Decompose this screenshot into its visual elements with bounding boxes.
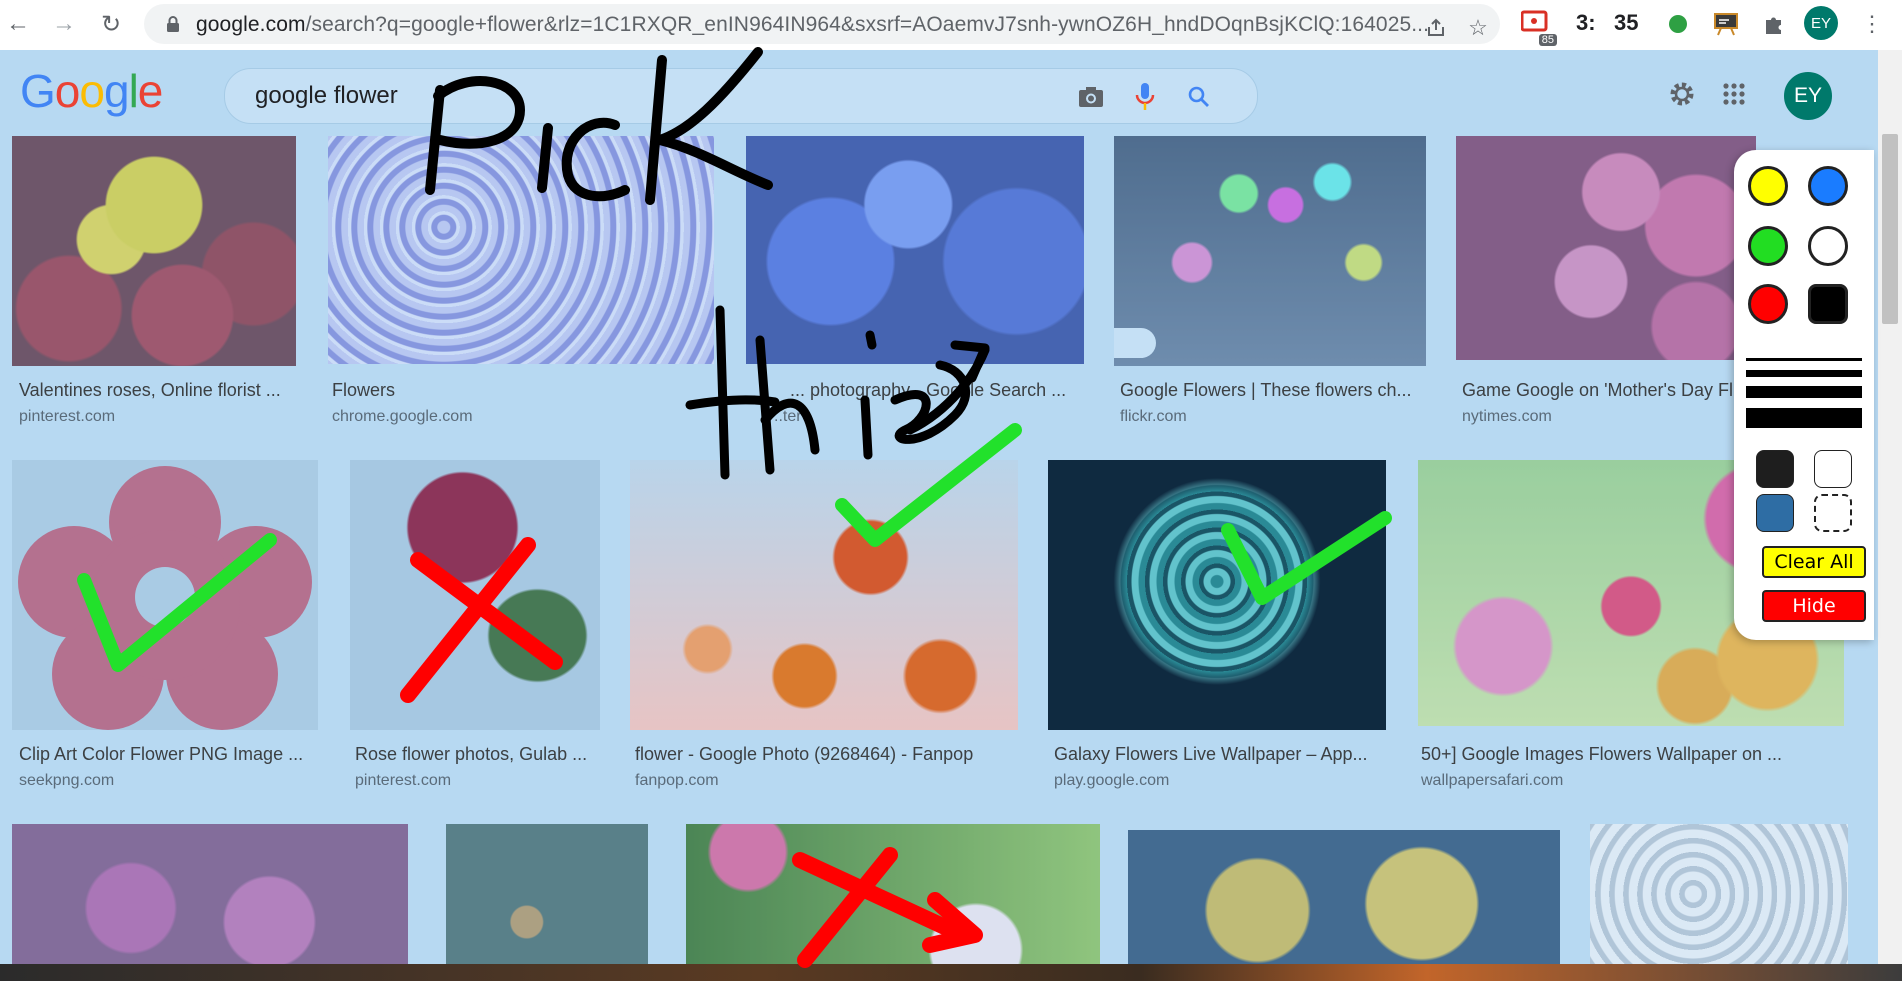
- stroke-width-xthick[interactable]: [1746, 408, 1862, 428]
- browser-toolbar: ← → ↻ google.com/search?q=google+flower&…: [0, 0, 1902, 50]
- share-icon[interactable]: [1420, 12, 1452, 44]
- result-caption[interactable]: Galaxy Flowers Live Wallpaper – App...: [1054, 744, 1367, 765]
- result-caption[interactable]: Flowers: [332, 380, 395, 401]
- result-image[interactable]: [1590, 824, 1848, 964]
- result-caption[interactable]: Game Google on 'Mother's Day Fl: [1462, 380, 1733, 401]
- result-image[interactable]: [746, 136, 1084, 364]
- page-scrollbar[interactable]: [1878, 50, 1902, 964]
- result-caption[interactable]: Google Flowers | These flowers ch...: [1120, 380, 1411, 401]
- stroke-width-medium[interactable]: [1746, 370, 1862, 377]
- logo-letter: G: [20, 65, 56, 117]
- google-logo[interactable]: Google: [20, 64, 164, 118]
- url-text: google.com/search?q=google+flower&rlz=1C…: [196, 13, 1430, 36]
- result-caption[interactable]: Clip Art Color Flower PNG Image ...: [19, 744, 303, 765]
- green-dot-icon[interactable]: [1662, 8, 1694, 40]
- more-icon[interactable]: ⋮: [1856, 8, 1888, 40]
- chrome-profile-avatar[interactable]: EY: [1804, 6, 1838, 40]
- result-image[interactable]: [328, 136, 714, 364]
- board-bg-transparent[interactable]: [1814, 494, 1852, 532]
- result-source: wallpapersafari.com: [1421, 772, 1564, 789]
- result-image[interactable]: [1456, 136, 1756, 360]
- clock-hours: 3:: [1576, 10, 1596, 35]
- result-source: pinterest.com: [355, 772, 452, 789]
- desktop-taskbar-strip: [0, 964, 1902, 981]
- pen-color-white[interactable]: [1808, 226, 1848, 266]
- pen-color-yellow[interactable]: [1748, 166, 1788, 206]
- result-image[interactable]: [1114, 136, 1426, 366]
- result-caption[interactable]: Rose flower photos, Gulab ...: [355, 744, 587, 765]
- result-image[interactable]: [686, 824, 1100, 964]
- recorder-count-badge: 85: [1538, 34, 1557, 46]
- result-source: fanpop.com: [635, 772, 719, 789]
- stroke-width-thin[interactable]: [1746, 358, 1862, 361]
- result-image[interactable]: [12, 136, 296, 366]
- lock-icon[interactable]: [166, 15, 180, 33]
- logo-letter: l: [128, 65, 139, 117]
- board-bg-blue[interactable]: [1756, 494, 1794, 532]
- board-bg-black[interactable]: [1756, 450, 1794, 488]
- logo-letter: e: [137, 65, 164, 117]
- whiteboard-icon[interactable]: [1710, 8, 1742, 40]
- screen-recorder-icon[interactable]: 85: [1520, 10, 1557, 46]
- back-icon[interactable]: ←: [0, 6, 36, 42]
- puzzle-icon[interactable]: [1758, 8, 1790, 40]
- search-box: [224, 68, 1258, 124]
- result-caption[interactable]: ... photography - Google Search ...: [790, 380, 1066, 401]
- result-caption[interactable]: Valentines roses, Online florist ...: [19, 380, 281, 401]
- result-image[interactable]: [630, 460, 1018, 730]
- result-source: chrome.google.com: [332, 408, 473, 425]
- clock-minutes: 35: [1614, 10, 1639, 35]
- google-header: Google EY: [0, 50, 1902, 138]
- search-input[interactable]: [253, 79, 957, 113]
- result-image[interactable]: [1128, 830, 1560, 964]
- result-source: nytimes.com: [1462, 408, 1552, 425]
- result-caption[interactable]: flower - Google Photo (9268464) - Fanpop: [635, 744, 973, 765]
- pink-flower-clipart: [18, 466, 312, 730]
- pen-color-green[interactable]: [1748, 226, 1788, 266]
- search-icon[interactable]: [1183, 81, 1215, 113]
- star-icon[interactable]: ☆: [1462, 12, 1494, 44]
- scrollbar-thumb[interactable]: [1882, 134, 1898, 324]
- result-source: ..ter: [774, 408, 802, 425]
- clear-all-button[interactable]: Clear All: [1762, 546, 1866, 578]
- pen-color-black[interactable]: [1808, 284, 1848, 324]
- pen-color-red[interactable]: [1748, 284, 1788, 324]
- result-image[interactable]: [12, 824, 408, 964]
- result-source: play.google.com: [1054, 772, 1170, 789]
- image-badge-icon: [1114, 328, 1156, 358]
- settings-icon[interactable]: [1664, 76, 1700, 112]
- forward-icon[interactable]: →: [46, 6, 82, 42]
- address-bar[interactable]: google.com/search?q=google+flower&rlz=1C…: [144, 4, 1500, 44]
- stroke-width-thick[interactable]: [1746, 386, 1862, 398]
- hide-button[interactable]: Hide: [1762, 590, 1866, 622]
- reload-icon[interactable]: ↻: [93, 6, 129, 42]
- result-image[interactable]: [1048, 460, 1386, 730]
- pen-color-blue[interactable]: [1808, 166, 1848, 206]
- logo-letter: o: [79, 65, 105, 117]
- annotation-toolbar: Clear All Hide: [1734, 150, 1874, 640]
- logo-letter: g: [103, 65, 130, 117]
- result-image[interactable]: [12, 460, 318, 730]
- result-image[interactable]: [350, 460, 600, 730]
- camera-icon[interactable]: [1075, 81, 1107, 113]
- result-image[interactable]: [446, 824, 648, 964]
- result-caption[interactable]: 50+] Google Images Flowers Wallpaper on …: [1421, 744, 1782, 765]
- result-source: pinterest.com: [19, 408, 116, 425]
- board-bg-white[interactable]: [1814, 450, 1852, 488]
- logo-letter: o: [54, 65, 81, 117]
- result-source: seekpng.com: [19, 772, 115, 789]
- google-account-avatar[interactable]: EY: [1782, 70, 1834, 122]
- apps-icon[interactable]: [1716, 76, 1752, 112]
- result-source: flickr.com: [1120, 408, 1187, 425]
- mic-icon[interactable]: [1129, 81, 1161, 113]
